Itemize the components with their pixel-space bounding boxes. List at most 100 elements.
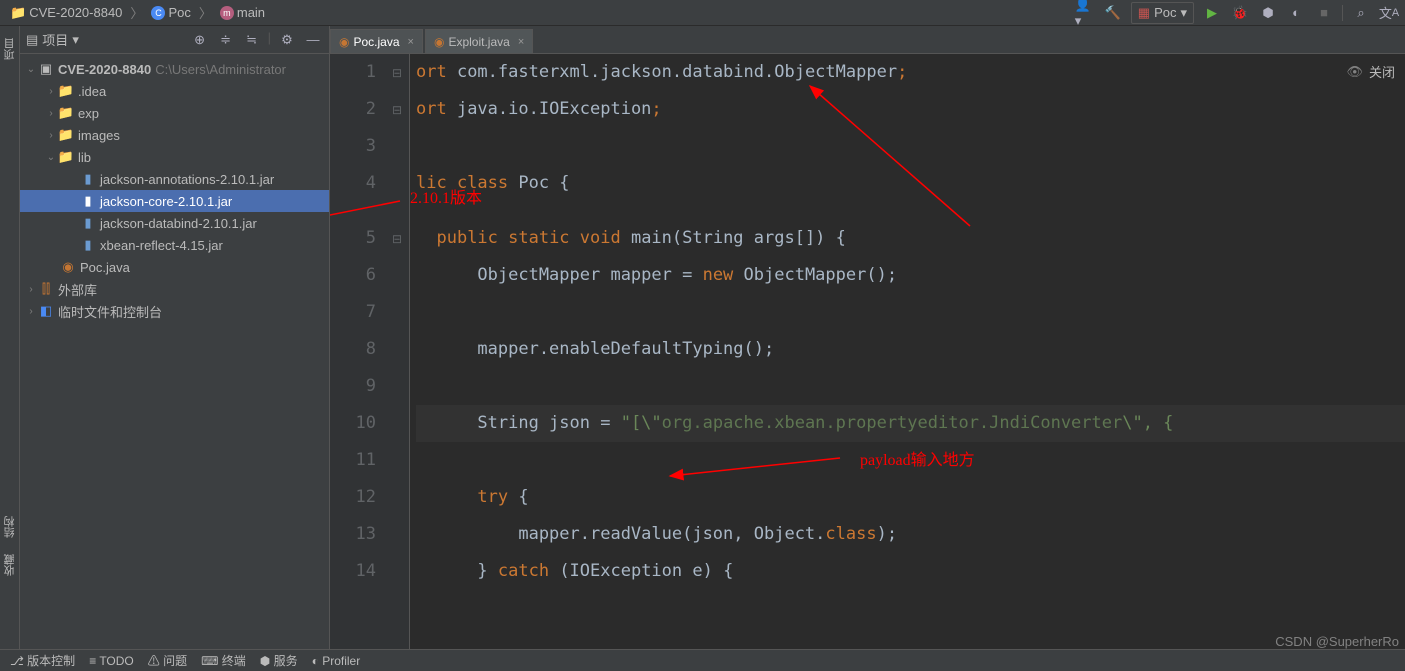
project-tree[interactable]: ⌄ ▣ CVE-2020-8840 C:\Users\Administrator…	[20, 54, 329, 649]
breadcrumb-item[interactable]: m main	[216, 3, 269, 22]
fold-gutter: ⊟⊟⊟	[390, 54, 410, 649]
jar-icon: ▮	[80, 193, 96, 209]
tree-label: jackson-annotations-2.10.1.jar	[100, 172, 274, 187]
tool-tab-structure[interactable]: 结构	[0, 508, 20, 546]
tree-file[interactable]: ▮ xbean-reflect-4.15.jar	[20, 234, 329, 256]
bottom-tab-todo[interactable]: ≡ TODO	[89, 654, 134, 668]
coverage-icon[interactable]: ⬢	[1258, 3, 1278, 23]
tree-label: CVE-2020-8840	[58, 62, 151, 77]
tool-tab-project[interactable]: 项目	[0, 30, 20, 68]
java-class-icon: ◉	[339, 35, 349, 49]
tree-label: lib	[78, 150, 91, 165]
editor-body[interactable]: 1234567891011121314 ⊟⊟⊟ ort com.fasterxm…	[330, 54, 1405, 649]
chevron-right-icon: 〉	[199, 3, 212, 22]
line-number-gutter: 1234567891011121314	[330, 54, 390, 649]
tree-folder[interactable]: › 📁 exp	[20, 102, 329, 124]
tree-label: 临时文件和控制台	[58, 302, 162, 321]
bottom-tab-profiler[interactable]: ◐ Profiler	[312, 654, 361, 668]
bottom-tab-vcs[interactable]: ⎇ 版本控制	[10, 652, 75, 669]
editor-area: ◉ Poc.java × ◉ Exploit.java × 1234567891…	[330, 26, 1405, 649]
tree-file-selected[interactable]: ▮ jackson-core-2.10.1.jar	[20, 190, 329, 212]
project-icon: ▤	[26, 32, 38, 48]
target-icon[interactable]: ⊕	[190, 30, 210, 50]
tree-folder[interactable]: › 📁 images	[20, 124, 329, 146]
bottom-tab-problems[interactable]: ⚠ 问题	[148, 652, 187, 669]
chevron-down-icon: ⌄	[24, 64, 38, 75]
tree-label: jackson-core-2.10.1.jar	[100, 194, 232, 209]
toolbar-right: 👤▾ 🔨 ▦ Poc ▾ ▶ 🐞 ⬢ ◐ ■ ⌕ 文A	[1075, 2, 1399, 24]
search-everywhere-icon[interactable]: ⌕	[1351, 3, 1371, 23]
close-icon[interactable]: ×	[518, 36, 524, 48]
module-icon: ▣	[38, 61, 54, 77]
bottom-tab-label: 服务	[274, 654, 298, 668]
gear-icon[interactable]: ⚙	[277, 30, 297, 50]
folder-icon: 📁	[58, 83, 74, 99]
profile-icon[interactable]: ◐	[1286, 3, 1306, 23]
project-tool-window: ▤ 项目 ▾ ⊕ ≑ ≒ | ⚙ — ⌄ ▣ CVE-2020-8840 C:\…	[20, 26, 330, 649]
breadcrumbs: 📁 CVE-2020-8840 〉 C Poc 〉 m main	[6, 3, 269, 23]
tree-label: 外部库	[58, 280, 97, 299]
watermark: CSDN @SuperherRo	[1275, 634, 1399, 649]
tree-folder[interactable]: › 📁 .idea	[20, 80, 329, 102]
stop-icon[interactable]: ■	[1314, 3, 1334, 23]
tree-root[interactable]: ⌄ ▣ CVE-2020-8840 C:\Users\Administrator	[20, 58, 329, 80]
java-class-icon: ◉	[60, 259, 76, 275]
build-icon[interactable]: 🔨	[1103, 3, 1123, 23]
jar-icon: ▮	[80, 171, 96, 187]
bottom-tab-services[interactable]: ⬢ 服务	[260, 652, 298, 669]
main-area: 项目 结构 收藏 ▤ 项目 ▾ ⊕ ≑ ≒ | ⚙ — ⌄ ▣ CVE-	[0, 26, 1405, 649]
tree-external-libs[interactable]: › ⫿⫿ 外部库	[20, 278, 329, 300]
editor-close-group: 👁 关闭	[1346, 62, 1395, 81]
breadcrumb-item[interactable]: C Poc	[147, 3, 194, 22]
class-badge-icon: C	[151, 6, 165, 20]
collapse-all-icon[interactable]: ≒	[242, 30, 262, 50]
editor-tab[interactable]: ◉ Poc.java ×	[330, 29, 423, 53]
bottom-tab-label: Profiler	[322, 654, 360, 668]
chevron-right-icon: ›	[44, 130, 58, 141]
left-tool-window-bar: 项目 结构 收藏	[0, 26, 20, 649]
bottom-tab-label: 问题	[163, 654, 187, 668]
tree-file[interactable]: ◉ Poc.java	[20, 256, 329, 278]
expand-all-icon[interactable]: ≑	[216, 30, 236, 50]
tree-label: Poc.java	[80, 260, 130, 275]
status-bar: ⎇ 版本控制 ≡ TODO ⚠ 问题 ⌨ 终端 ⬢ 服务 ◐ Profiler	[0, 649, 1405, 671]
project-view-selector[interactable]: ▤ 项目 ▾	[26, 30, 184, 49]
breadcrumb-label: Poc	[168, 5, 190, 20]
jar-icon: ▮	[80, 215, 96, 231]
stop-badge-icon: ▦	[1138, 5, 1150, 21]
tree-label: xbean-reflect-4.15.jar	[100, 238, 223, 253]
close-all-label[interactable]: 关闭	[1369, 62, 1395, 81]
chevron-right-icon: ›	[24, 306, 38, 317]
eye-off-icon[interactable]: 👁	[1346, 64, 1363, 80]
debug-icon[interactable]: 🐞	[1230, 3, 1250, 23]
chevron-down-icon: ⌄	[44, 152, 58, 163]
jar-icon: ▮	[80, 237, 96, 253]
tree-folder[interactable]: ⌄ 📁 lib	[20, 146, 329, 168]
tree-file[interactable]: ▮ jackson-databind-2.10.1.jar	[20, 212, 329, 234]
tree-label: jackson-databind-2.10.1.jar	[100, 216, 257, 231]
editor-tab[interactable]: ◉ Exploit.java ×	[425, 29, 533, 53]
translate-icon[interactable]: 文A	[1379, 3, 1399, 23]
close-icon[interactable]: ×	[408, 36, 414, 48]
tree-file[interactable]: ▮ jackson-annotations-2.10.1.jar	[20, 168, 329, 190]
chevron-down-icon: ▾	[72, 32, 79, 48]
breadcrumb-item[interactable]: 📁 CVE-2020-8840	[6, 3, 126, 23]
folder-icon: 📁	[58, 127, 74, 143]
project-panel-header: ▤ 项目 ▾ ⊕ ≑ ≒ | ⚙ —	[20, 26, 329, 54]
user-icon[interactable]: 👤▾	[1075, 3, 1095, 23]
breadcrumb-label: CVE-2020-8840	[29, 5, 122, 20]
editor-tabs: ◉ Poc.java × ◉ Exploit.java ×	[330, 26, 1405, 54]
tree-scratches[interactable]: › ◧ 临时文件和控制台	[20, 300, 329, 322]
bottom-tab-terminal[interactable]: ⌨ 终端	[201, 652, 246, 669]
tool-tab-favorites[interactable]: 收藏	[0, 546, 20, 584]
code-area[interactable]: ort com.fasterxml.jackson.databind.Objec…	[410, 54, 1405, 649]
run-icon[interactable]: ▶	[1202, 3, 1222, 23]
editor-tab-label: Exploit.java	[448, 35, 509, 49]
divider: |	[268, 30, 271, 50]
editor-tab-label: Poc.java	[353, 35, 399, 49]
bottom-tab-label: TODO	[99, 654, 133, 668]
folder-icon: 📁	[58, 149, 74, 165]
breadcrumb-label: main	[237, 5, 265, 20]
run-config-selector[interactable]: ▦ Poc ▾	[1131, 2, 1194, 24]
minimize-icon[interactable]: —	[303, 30, 323, 50]
